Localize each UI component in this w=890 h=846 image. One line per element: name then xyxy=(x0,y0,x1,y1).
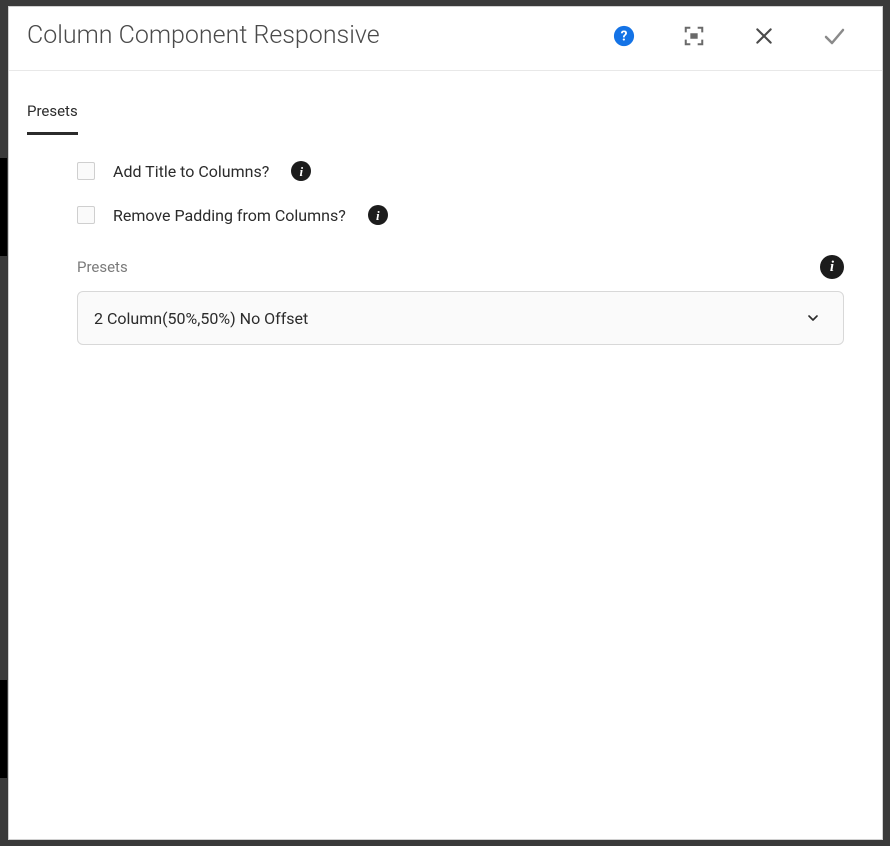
dialog-body: Presets Add Title to Columns? i Remove P… xyxy=(9,71,882,839)
presets-label-row: Presets i xyxy=(77,255,864,279)
chevron-down-icon xyxy=(805,310,821,326)
remove-padding-label: Remove Padding from Columns? xyxy=(113,206,346,225)
dialog: Column Component Responsive ? xyxy=(8,6,883,840)
tab-bar: Presets xyxy=(27,101,864,135)
presets-field: Presets i 2 Column(50%,50%) No Offset xyxy=(77,255,864,345)
remove-padding-checkbox[interactable] xyxy=(77,206,95,224)
presets-label: Presets xyxy=(77,258,128,276)
svg-text:?: ? xyxy=(621,28,628,44)
tab-presets[interactable]: Presets xyxy=(27,102,78,135)
dialog-header: Column Component Responsive ? xyxy=(9,7,882,71)
add-title-row: Add Title to Columns? i xyxy=(77,161,864,181)
close-icon[interactable] xyxy=(750,22,778,50)
confirm-icon[interactable] xyxy=(820,22,848,50)
fullscreen-icon[interactable] xyxy=(680,22,708,50)
presets-select[interactable]: 2 Column(50%,50%) No Offset xyxy=(77,291,844,345)
add-title-checkbox[interactable] xyxy=(77,162,95,180)
remove-padding-row: Remove Padding from Columns? i xyxy=(77,205,864,225)
help-icon[interactable]: ? xyxy=(610,22,638,50)
add-title-label: Add Title to Columns? xyxy=(113,162,269,181)
info-icon[interactable]: i xyxy=(291,161,311,181)
window-frame-marks xyxy=(0,0,8,846)
header-actions: ? xyxy=(590,22,864,50)
presets-select-value: 2 Column(50%,50%) No Offset xyxy=(94,309,308,328)
dialog-title: Column Component Responsive xyxy=(27,21,590,50)
presets-form: Add Title to Columns? i Remove Padding f… xyxy=(27,135,864,345)
info-icon[interactable]: i xyxy=(368,205,388,225)
info-icon[interactable]: i xyxy=(820,255,844,279)
